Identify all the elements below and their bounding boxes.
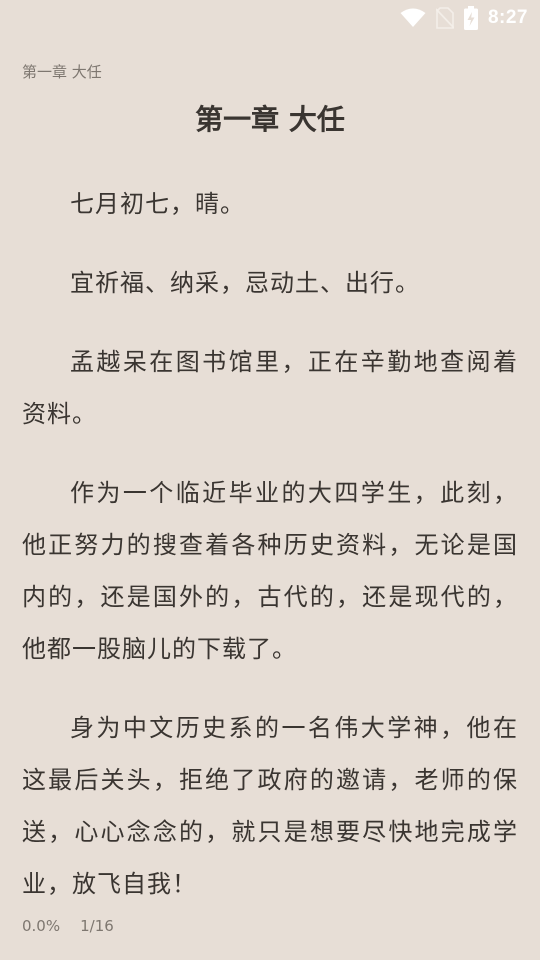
status-bar: 8:27 [0,0,540,36]
paragraph: 身为中文历史系的一名伟大学神，他在这最后关头，拒绝了政府的邀请，老师的保送，心心… [22,714,518,898]
reading-footer: 0.0% 1/16 [22,917,114,935]
wifi-icon [400,8,426,28]
status-time: 8:27 [487,7,528,28]
paragraph: 作为一个临近毕业的大四学生，此刻，他正努力的搜查着各种历史资料，无论是国内的，还… [22,479,518,663]
header-chapter-label: 第一章 大任 [22,63,102,81]
paragraph: 七月初七，晴。 [70,190,245,218]
reading-progress: 0.0% [22,917,61,935]
chapter-title: 第一章 大任 [195,103,345,136]
paragraph: 宜祈福、纳采，忌动土、出行。 [70,269,420,297]
page-indicator: 1/16 [80,917,114,935]
paragraph: 孟越呆在图书馆里，正在辛勤地查阅着资料。 [22,348,518,428]
reader-content[interactable]: 七月初七，晴。 宜祈福、纳采，忌动土、出行。 孟越呆在图书馆里，正在辛勤地查阅着… [22,178,518,937]
status-icons: 8:27 [400,6,528,30]
no-sim-icon [435,7,454,29]
battery-charging-icon [463,6,478,30]
